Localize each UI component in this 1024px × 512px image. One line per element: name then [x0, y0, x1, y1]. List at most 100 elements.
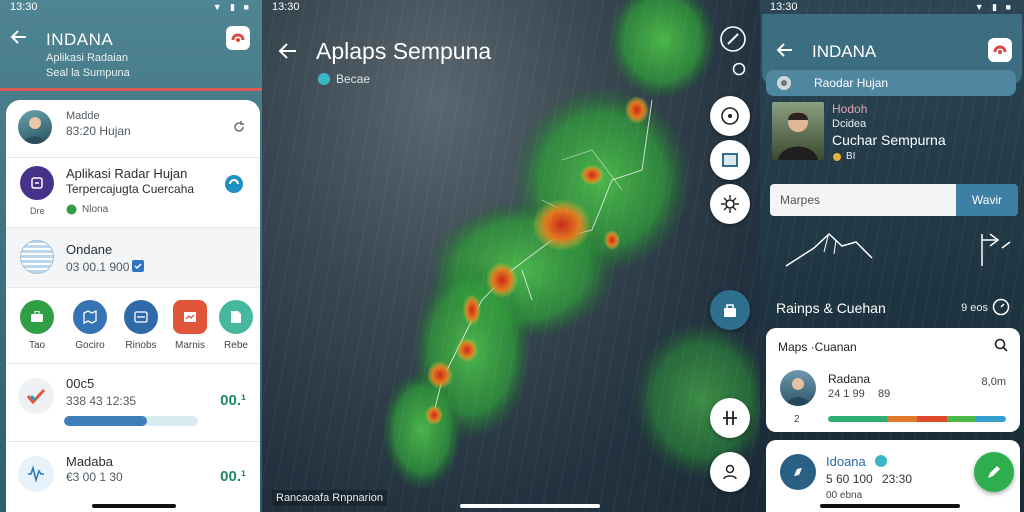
profile-line-4: BI: [846, 151, 856, 162]
contact-row[interactable]: Madde 83:20 Hujan: [6, 100, 260, 158]
profile-button[interactable]: [710, 452, 750, 492]
radar-row-label: Raodar Hujan: [814, 76, 889, 90]
chart-icon[interactable]: [173, 300, 207, 334]
bottom-card-detail: 5 60 100: [826, 472, 873, 486]
section-count: 9 eos: [961, 302, 988, 314]
status-bar: 13:30 ▼ ▮ ■: [760, 0, 1024, 14]
radar-dot-icon: [776, 75, 792, 91]
grid-button[interactable]: [710, 398, 750, 438]
layers-button[interactable]: [710, 140, 750, 180]
search-input[interactable]: Marpes: [770, 184, 956, 216]
globe-icon: [20, 240, 54, 274]
share-icon: [724, 304, 736, 317]
shortcut-label: Rebe: [224, 340, 248, 351]
status-time: 13:30: [272, 1, 300, 13]
card-header: Maps ·Cuanan: [778, 340, 857, 354]
weather-app-panel-right: 13:30 ▼ ▮ ■ INDANA Raodar Hujan Hodoh Dc…: [760, 0, 1024, 512]
list-item[interactable]: 00c5 338 43 12:35 00.¹: [6, 364, 260, 442]
leaf-icon: [66, 204, 77, 215]
status-time: 13:30: [10, 1, 38, 13]
pencil-icon: [988, 466, 1000, 478]
card-item-extra: 89: [878, 388, 891, 400]
profile-photo: [772, 102, 824, 160]
timer-icon[interactable]: [992, 298, 1010, 316]
app-title: INDANA: [812, 42, 877, 61]
radar-row[interactable]: Raodar Hujan: [766, 70, 1016, 96]
status-bar: 13:30 ▼ ▮ ■: [0, 0, 262, 14]
app-meta-right: Nlona: [82, 204, 109, 215]
edit-icon[interactable]: [720, 26, 746, 52]
back-arrow-icon[interactable]: [278, 41, 298, 61]
home-indicator: [460, 504, 600, 508]
settings-icon: [721, 195, 739, 213]
verified-icon[interactable]: [224, 174, 244, 194]
card-item-footer: 2: [794, 414, 800, 425]
app-header: INDANA Raodar Hujan: [762, 14, 1022, 96]
header-subtitle-2: Seal la Sumpuna: [46, 67, 130, 79]
list-item[interactable]: Madaba €3 00 1 30 00.¹: [6, 442, 260, 512]
header-subtitle-1: Aplikasi Radaian: [46, 52, 128, 64]
list-item-name: 00c5: [66, 376, 95, 391]
search-button[interactable]: Wavir: [956, 184, 1018, 216]
back-arrow-icon[interactable]: [776, 41, 794, 59]
list-item-detail: €3 00 1 30: [66, 470, 123, 484]
location-name: Ondane: [66, 242, 113, 257]
home-indicator: [92, 504, 176, 508]
note-icon[interactable]: [219, 300, 253, 334]
settings-button[interactable]: [710, 184, 750, 224]
mountain-icon: [785, 232, 873, 267]
app-subtitle: Terpercajugta Cuercaha: [66, 182, 195, 196]
map-subtitle: Becae: [336, 72, 371, 86]
profile-icon: [723, 464, 737, 480]
waveform-icon: [18, 456, 54, 492]
map-icon[interactable]: [73, 300, 107, 334]
bottom-card-name: Idoana: [826, 454, 866, 469]
card-item-value: 8,0m: [981, 376, 1006, 388]
grid-icon: [723, 411, 737, 425]
maps-card[interactable]: Maps ·Cuanan Radana 24 1 99 89 8,0m 2: [766, 328, 1020, 432]
small-circle-icon[interactable]: [732, 62, 746, 76]
search-icon[interactable]: [994, 338, 1008, 352]
weather-vane-icon: [981, 233, 1011, 266]
profile-name: Cuchar Sempurna: [832, 132, 946, 148]
shortcut-label: Tao: [28, 340, 46, 351]
location-row[interactable]: Ondane 03 00.1 900: [6, 228, 260, 288]
header-divider: [0, 88, 262, 91]
contact-name: Madde: [66, 110, 100, 122]
map-caption: Rancaoafa Rnpnarion: [272, 490, 388, 506]
app-logo-icon[interactable]: [988, 38, 1012, 62]
profile-line-1: Hodoh: [832, 102, 868, 116]
card-item-detail: 24 1 99: [828, 388, 865, 400]
bottom-card-time: 23:30: [882, 472, 913, 486]
app-name: Aplikasi Radar Hujan: [66, 166, 188, 181]
list-item-value: 00.¹: [220, 468, 246, 485]
app-row[interactable]: Aplikasi Radar Hujan Terpercajugta Cuerc…: [6, 158, 260, 228]
status-icons: ▼ ▮ ■: [974, 1, 1014, 12]
list-icon[interactable]: [124, 300, 158, 334]
location-dot-icon: [318, 73, 330, 85]
app-logo-icon[interactable]: [226, 26, 250, 50]
profile-line-2: Dcidea: [832, 118, 867, 130]
checkmark-badge-icon: [132, 260, 144, 272]
avatar: [18, 110, 52, 144]
content-sheet: Madde 83:20 Hujan Aplikasi Radar Hujan T…: [6, 100, 260, 512]
location-button[interactable]: [710, 96, 750, 136]
back-arrow-icon[interactable]: [10, 28, 28, 46]
floating-action-button[interactable]: [974, 452, 1014, 492]
compass-icon: [780, 454, 816, 490]
radar-map-panel: 13:30 Aplaps Sempuna Becae Rancaoafa Rnp…: [262, 0, 760, 512]
layers-icon: [722, 153, 738, 167]
briefcase-icon[interactable]: [20, 300, 54, 334]
status-time: 13:30: [770, 1, 798, 13]
share-button[interactable]: [710, 290, 750, 330]
location-icon: [721, 107, 739, 125]
location-value: 03 00.1 900: [66, 260, 130, 274]
progress-fill: [64, 416, 148, 426]
map-title: Aplaps Sempuna: [316, 38, 492, 64]
list-item-name: Madaba: [66, 454, 113, 469]
status-icons: ▼ ▮ ■: [212, 1, 252, 12]
refresh-icon[interactable]: [232, 120, 246, 134]
avatar: [780, 370, 816, 406]
list-item-progress: [64, 416, 198, 426]
badge-icon: [874, 454, 888, 468]
